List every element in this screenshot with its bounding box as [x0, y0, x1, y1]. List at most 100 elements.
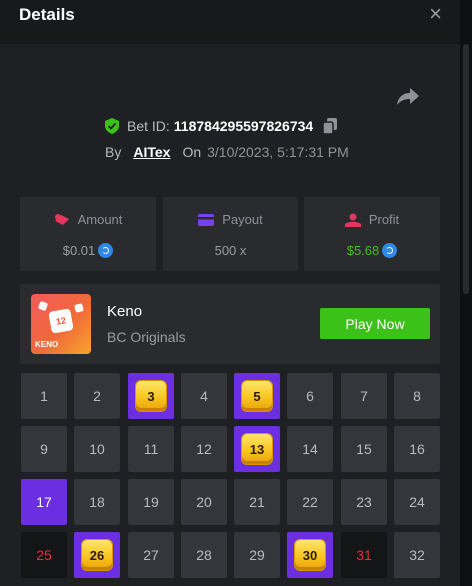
scrollbar-thumb[interactable]: [463, 44, 469, 294]
keno-cell-15: 15: [341, 426, 387, 472]
keno-cell-8: 8: [394, 373, 440, 419]
play-now-button[interactable]: Play Now: [320, 308, 430, 339]
keno-cell-number: 24: [409, 494, 425, 510]
keno-cell-31: 31: [341, 532, 387, 578]
coin-icon: [382, 243, 398, 258]
keno-cell-number: 31: [356, 547, 372, 563]
modal-title: Details: [19, 5, 75, 24]
keno-cell-14: 14: [287, 426, 333, 472]
keno-cell-3: 3: [128, 373, 174, 419]
coin-icon: [98, 243, 114, 258]
ball-number: 12: [48, 308, 74, 334]
bet-id-value: 118784295597826734: [173, 118, 314, 134]
game-provider: BC Originals: [107, 329, 186, 345]
share-icon[interactable]: [396, 86, 420, 106]
amount-value-row: $0.01: [20, 243, 156, 258]
profit-value-row: $5.68: [304, 243, 440, 258]
game-card: 12 KENO Keno BC Originals Play Now: [20, 284, 440, 364]
keno-cell-25: 25: [21, 532, 67, 578]
by-label: By: [105, 144, 122, 160]
keno-cell-number: 14: [302, 441, 318, 457]
gem-icon: 30: [295, 540, 325, 570]
keno-cell-12: 12: [181, 426, 227, 472]
keno-thumbnail[interactable]: 12 KENO: [31, 294, 91, 354]
bet-id-row: Bet ID: 118784295597826734: [105, 117, 338, 135]
ball-icon: [74, 303, 84, 313]
payout-value: 500 x: [214, 243, 247, 258]
keno-cell-number: 6: [306, 388, 314, 404]
profit-label: Profit: [368, 212, 400, 227]
gem-icon: 3: [136, 381, 166, 411]
keno-cell-5: 5: [234, 373, 280, 419]
amount-label-row: Amount: [20, 212, 156, 227]
keno-cell-number: 20: [196, 494, 212, 510]
keno-cell-10: 10: [74, 426, 120, 472]
thumb-label: KENO: [35, 340, 59, 349]
keno-cell-number: 19: [143, 494, 159, 510]
keno-cell-number: 9: [40, 441, 48, 457]
keno-cell-9: 9: [21, 426, 67, 472]
scrollbar[interactable]: [460, 0, 472, 586]
keno-cell-16: 16: [394, 426, 440, 472]
game-name: Keno: [107, 303, 143, 320]
close-icon[interactable]: ×: [429, 3, 442, 25]
keno-cell-2: 2: [74, 373, 120, 419]
keno-cell-1: 1: [21, 373, 67, 419]
bet-id-label: Bet ID:: [127, 118, 170, 134]
keno-cell-number: 4: [200, 388, 208, 404]
payout-card: Payout 500 x: [163, 197, 298, 271]
keno-cell-7: 7: [341, 373, 387, 419]
keno-cell-number: 16: [409, 441, 425, 457]
keno-cell-number: 17: [36, 494, 52, 510]
bet-meta-row: By AITex On 3/10/2023, 5:17:31 PM: [105, 144, 349, 160]
keno-cell-number: 8: [413, 388, 421, 404]
copy-icon[interactable]: [323, 118, 338, 134]
keno-cell-4: 4: [181, 373, 227, 419]
keno-cell-19: 19: [128, 479, 174, 525]
gem-icon: 26: [82, 540, 112, 570]
card-icon: [198, 213, 215, 226]
keno-cell-27: 27: [128, 532, 174, 578]
keno-cell-number: 23: [356, 494, 372, 510]
keno-cell-23: 23: [341, 479, 387, 525]
profit-card: Profit $5.68: [304, 197, 440, 271]
keno-cell-29: 29: [234, 532, 280, 578]
gem-icon: 13: [242, 434, 272, 464]
keno-cell-22: 22: [287, 479, 333, 525]
keno-cell-number: 7: [360, 388, 368, 404]
profit-icon: [344, 213, 361, 227]
profit-value: $5.68: [346, 243, 380, 258]
bet-date: 3/10/2023, 5:17:31 PM: [207, 144, 349, 160]
keno-cell-number: 1: [40, 388, 48, 404]
amount-label: Amount: [77, 212, 123, 227]
keno-cell-number: 32: [409, 547, 425, 563]
gem-icon: 5: [242, 381, 272, 411]
keno-cell-32: 32: [394, 532, 440, 578]
keno-cell-number: 22: [302, 494, 318, 510]
ball-icon: [37, 300, 49, 312]
bet-details-modal: Details × Bet ID: 118784295597826734 By …: [0, 0, 460, 586]
keno-cell-number: 28: [196, 547, 212, 563]
keno-cell-20: 20: [181, 479, 227, 525]
payout-label: Payout: [222, 212, 263, 227]
amount-card: Amount $0.01: [20, 197, 156, 271]
keno-cell-number: 15: [356, 441, 372, 457]
keno-cell-17: 17: [21, 479, 67, 525]
username-link[interactable]: AITex: [133, 144, 170, 160]
keno-cell-number: 2: [93, 388, 101, 404]
profit-label-row: Profit: [304, 212, 440, 227]
keno-cell-11: 11: [128, 426, 174, 472]
keno-cell-13: 13: [234, 426, 280, 472]
amount-icon: [54, 213, 69, 225]
keno-cell-number: 21: [249, 494, 265, 510]
keno-cell-6: 6: [287, 373, 333, 419]
keno-cell-18: 18: [74, 479, 120, 525]
on-label: On: [182, 144, 202, 160]
keno-cell-21: 21: [234, 479, 280, 525]
keno-cell-number: 12: [196, 441, 212, 457]
keno-cell-28: 28: [181, 532, 227, 578]
keno-cell-number: 29: [249, 547, 265, 563]
keno-cell-number: 10: [89, 441, 105, 457]
keno-cell-number: 18: [89, 494, 105, 510]
modal-header: Details ×: [0, 0, 460, 44]
